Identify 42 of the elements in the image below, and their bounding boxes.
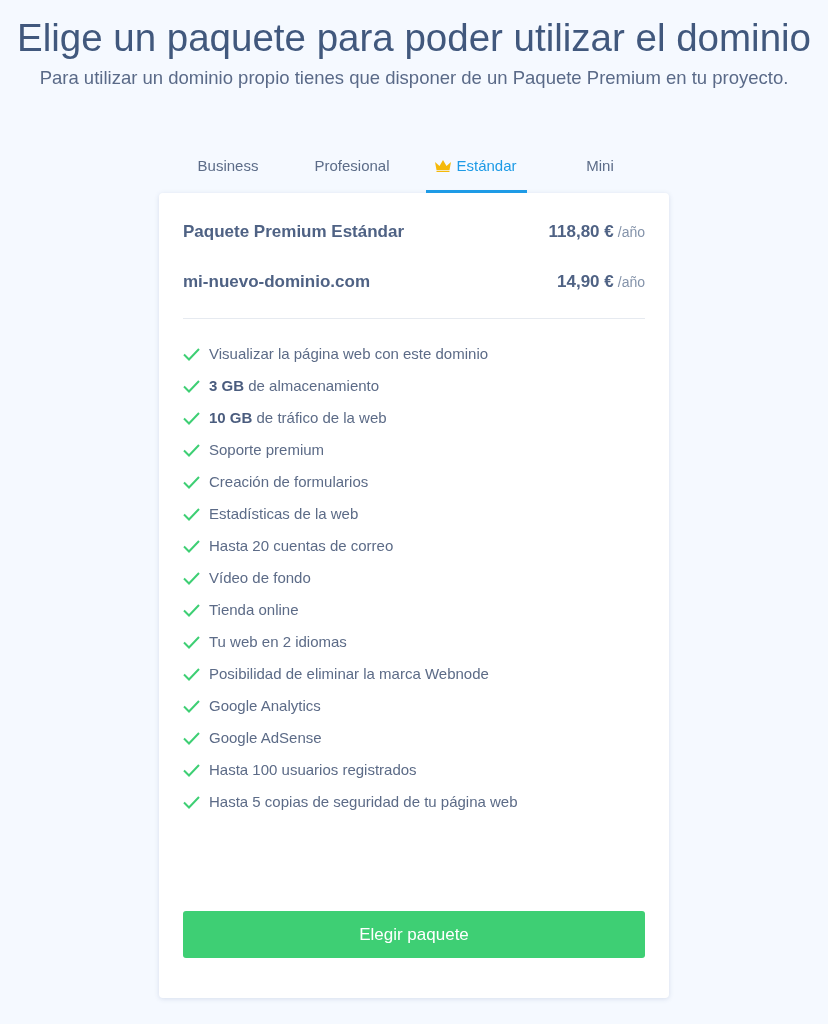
check-icon bbox=[183, 667, 200, 681]
check-icon bbox=[183, 763, 200, 777]
check-icon bbox=[183, 507, 200, 521]
check-icon bbox=[183, 731, 200, 745]
feature-text: Google Analytics bbox=[209, 696, 321, 716]
feature-text: Google AdSense bbox=[209, 728, 322, 748]
check-icon bbox=[183, 603, 200, 617]
crown-icon bbox=[435, 160, 452, 172]
check-icon bbox=[183, 443, 200, 457]
feature-text: Tu web en 2 idiomas bbox=[209, 632, 347, 652]
price-period: /año bbox=[617, 223, 645, 242]
check-icon bbox=[183, 635, 200, 649]
item-name: mi-nuevo-dominio.com bbox=[183, 271, 370, 293]
feature-text: Vídeo de fondo bbox=[209, 568, 311, 588]
check-icon bbox=[183, 571, 200, 585]
feature-text: Estadísticas de la web bbox=[209, 504, 359, 524]
feature-text: 10 GB de tráfico de la web bbox=[209, 408, 387, 428]
check-icon bbox=[183, 539, 200, 553]
item-name: Paquete Premium Estándar bbox=[183, 221, 405, 243]
price-period: /año bbox=[617, 273, 645, 292]
check-icon bbox=[183, 699, 200, 713]
check-icon bbox=[183, 379, 200, 393]
feature-text: Visualizar la página web con este dominio bbox=[209, 344, 489, 364]
feature-text: Hasta 100 usuarios registrados bbox=[209, 760, 417, 780]
feature-text: Posibilidad de eliminar la marca Webnode bbox=[209, 664, 489, 684]
plan-tab[interactable]: Profesional bbox=[301, 144, 403, 193]
feature-text: Creación de formularios bbox=[209, 472, 369, 492]
page-title: Elige un paquete para poder utilizar el dominio bbox=[15, 17, 812, 58]
plan-tab[interactable]: Business bbox=[177, 144, 279, 193]
plan-tab[interactable]: Mini bbox=[549, 144, 651, 193]
price-amount: 118,80 € bbox=[548, 221, 614, 243]
check-icon bbox=[183, 795, 200, 809]
check-icon bbox=[183, 475, 200, 489]
check-icon bbox=[183, 347, 200, 361]
price-amount: 14,90 € bbox=[557, 271, 614, 293]
feature-text: 3 GB de almacenamiento bbox=[209, 376, 380, 396]
feature-text: Hasta 20 cuentas de correo bbox=[209, 536, 394, 556]
feature-text: Tienda online bbox=[209, 600, 299, 620]
feature-text: Hasta 5 copias de seguridad de tu página web bbox=[209, 792, 518, 812]
feature-text: Soporte premium bbox=[209, 440, 325, 460]
page-subtitle: Para utilizar un dominio propio tienes que disponer de un Paquete Premium en tu proyecto. bbox=[38, 66, 790, 90]
check-icon bbox=[183, 411, 200, 425]
